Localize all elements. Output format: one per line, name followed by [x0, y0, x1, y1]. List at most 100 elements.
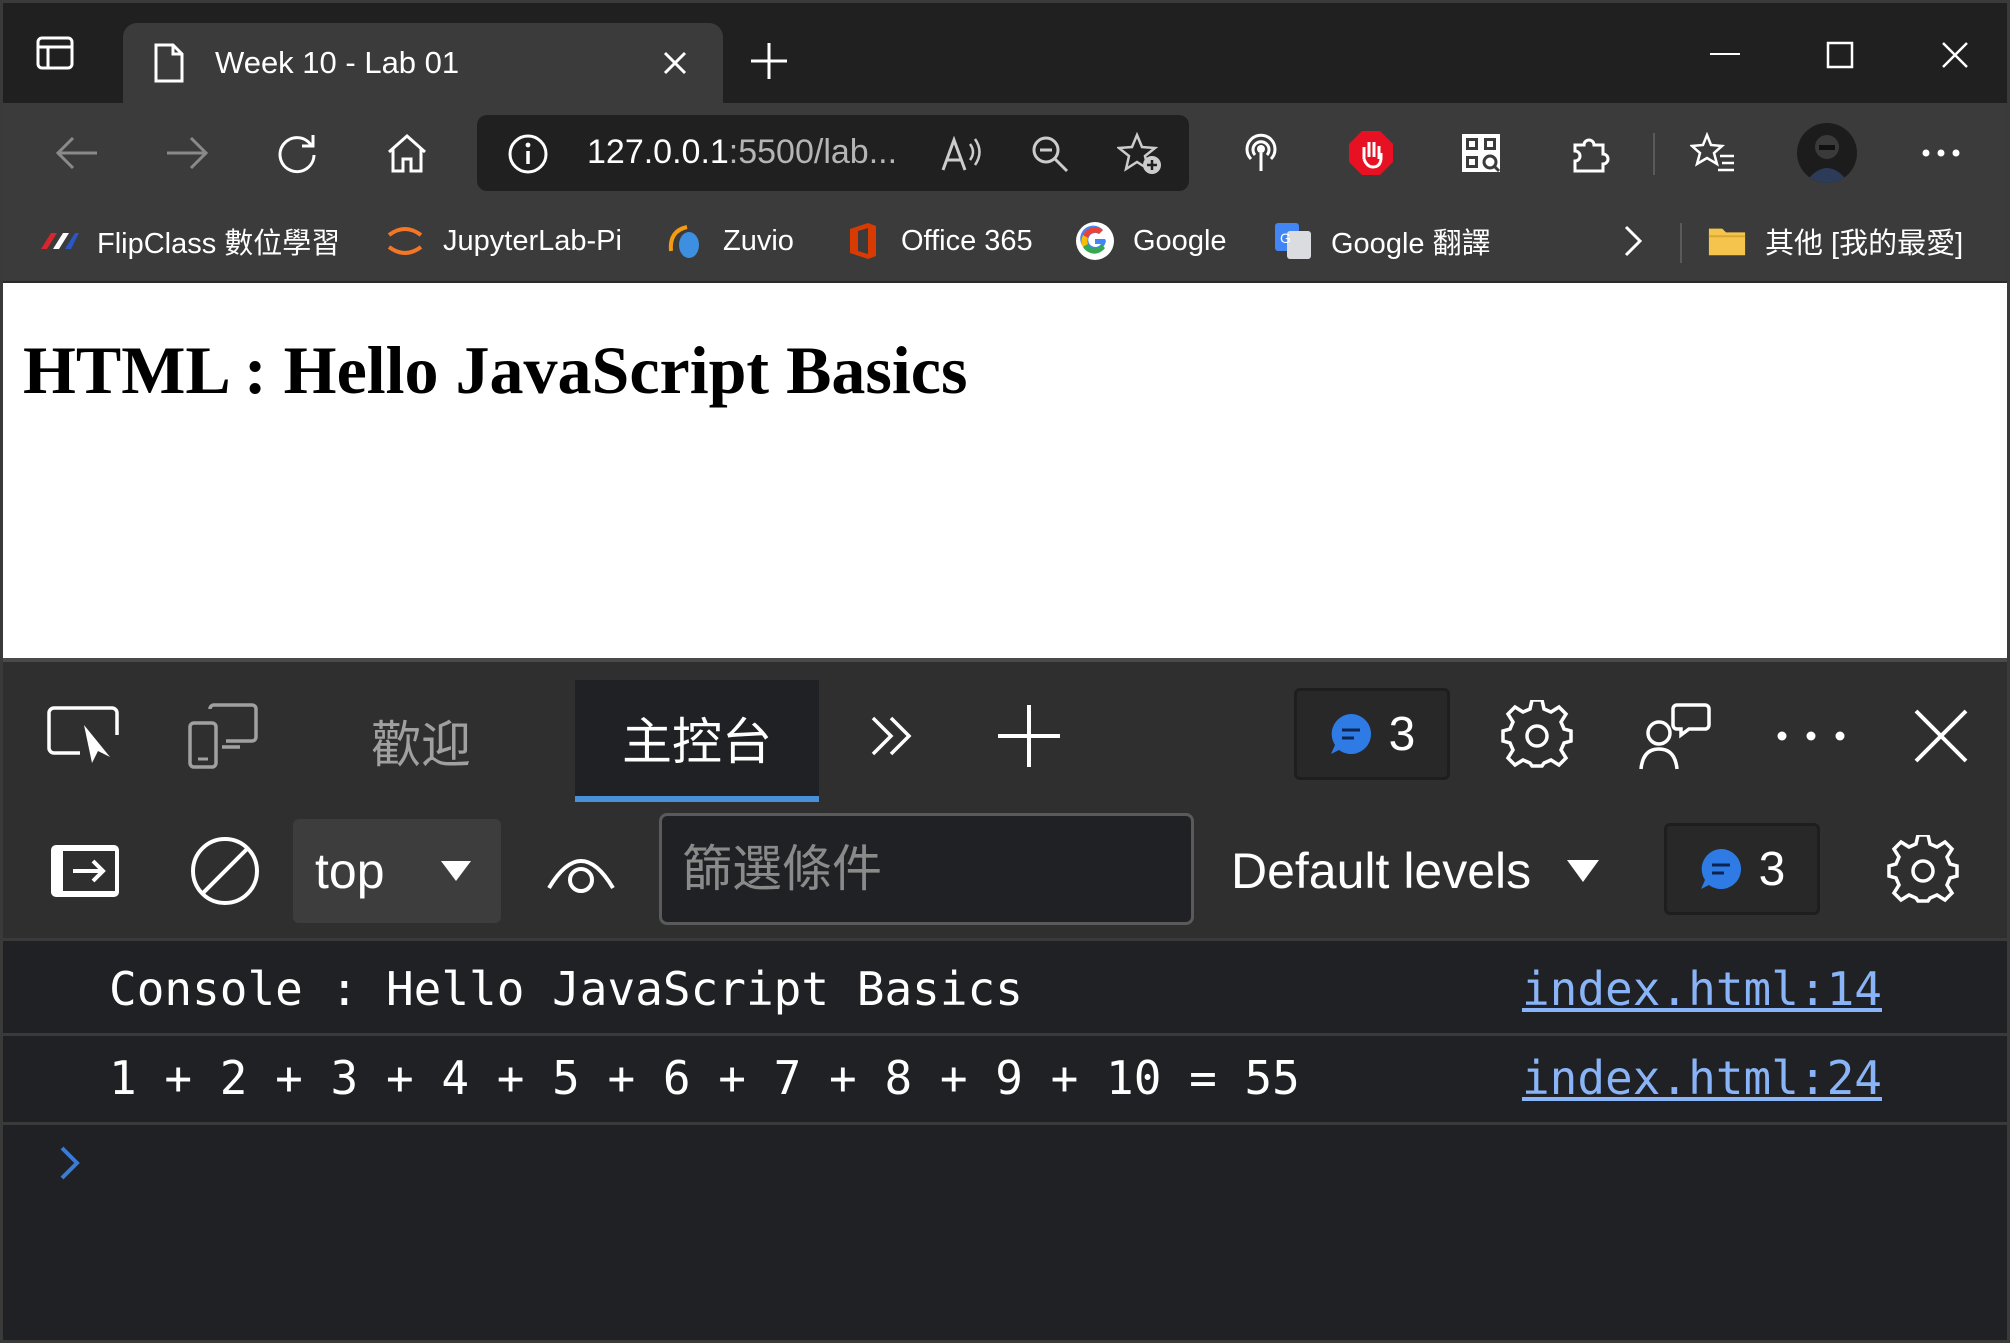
close-icon [1942, 42, 1968, 68]
browser-tab[interactable]: Week 10 - Lab 01 [123, 23, 723, 103]
device-emulation-button[interactable] [183, 696, 263, 776]
live-expression-button[interactable] [541, 831, 621, 911]
folder-icon [1707, 221, 1747, 261]
more-icon [1922, 149, 1960, 157]
bookmark-google[interactable]: Google [1075, 217, 1227, 265]
feedback-icon [1639, 703, 1711, 770]
bookmark-label: Office 365 [901, 224, 1033, 257]
message-icon [1330, 714, 1371, 754]
eye-icon [547, 859, 615, 893]
navigation-toolbar: 127.0.0.1:5500/lab... [3, 103, 2007, 203]
minimize-icon [1710, 53, 1740, 55]
toolbar-divider [1653, 133, 1655, 175]
console-issues-button[interactable]: 3 [1664, 823, 1820, 915]
feedback-button[interactable] [1635, 696, 1715, 776]
context-value: top [315, 843, 385, 899]
window-close-button[interactable] [1915, 25, 1995, 85]
double-chevron-right-icon [871, 716, 912, 756]
clear-console-button[interactable] [185, 831, 265, 911]
title-bar: Week 10 - Lab 01 [3, 3, 2007, 103]
close-icon [1914, 709, 1968, 763]
context-selector[interactable]: top [293, 819, 501, 923]
console-source-link[interactable]: index.html:24 [1522, 1051, 1882, 1105]
console-source-link[interactable]: index.html:14 [1522, 962, 1882, 1016]
qr-code-button[interactable] [1451, 125, 1511, 181]
zuvio-icon [665, 221, 705, 261]
issues-button[interactable]: 3 [1294, 688, 1450, 780]
inspect-element-button[interactable] [43, 696, 123, 776]
more-tabs-button[interactable] [851, 696, 931, 776]
tab-console[interactable]: 主控台 [575, 680, 819, 802]
gear-icon [1501, 700, 1573, 768]
plus-icon [751, 43, 787, 79]
maximize-button[interactable] [1800, 25, 1880, 85]
console-settings-button[interactable] [1883, 831, 1963, 911]
console-toolbar: top Default levels 3 [3, 803, 2007, 941]
forward-button[interactable] [157, 125, 217, 181]
tab-actions-button[interactable] [25, 23, 85, 83]
back-button[interactable] [47, 125, 107, 181]
filter-input[interactable] [659, 813, 1194, 925]
minimize-button[interactable] [1685, 25, 1765, 85]
adblock-button[interactable] [1341, 125, 1401, 181]
favorites-bar: FlipClass 數位學習 JupyterLab-Pi Zuvio Offic… [3, 203, 2007, 283]
devtools-settings-button[interactable] [1497, 696, 1577, 776]
more-options-button[interactable] [1771, 696, 1851, 776]
arrow-right-icon [167, 136, 209, 170]
tab-close-button[interactable] [653, 41, 697, 85]
bookmark-label: Google [1133, 224, 1227, 257]
star-add-icon [1117, 132, 1161, 174]
extensions-button[interactable] [1561, 125, 1621, 181]
puzzle-icon [1573, 138, 1610, 173]
stop-hand-icon [1349, 131, 1393, 175]
bookmarks-divider [1680, 223, 1682, 263]
arrow-left-icon [55, 136, 97, 170]
profile-avatar[interactable] [1797, 123, 1857, 183]
add-tool-button[interactable] [989, 696, 1069, 776]
settings-menu-button[interactable] [1911, 125, 1971, 181]
bookmark-label: JupyterLab-Pi [443, 224, 622, 257]
favorites-list-icon [1690, 132, 1734, 172]
favorites-button[interactable] [1683, 125, 1743, 181]
chevron-down-icon [1567, 860, 1600, 882]
google-translate-icon: G [1273, 221, 1313, 261]
other-favorites-folder[interactable]: 其他 [我的最愛] [1707, 217, 1963, 265]
zoom-out-icon [1032, 136, 1069, 173]
console-message-text: Console : Hello JavaScript Basics [109, 962, 1023, 1016]
home-icon [388, 133, 426, 173]
toggle-sidebar-button[interactable] [45, 831, 125, 911]
podcast-button[interactable] [1231, 125, 1291, 181]
close-icon [663, 51, 687, 75]
google-icon [1075, 221, 1115, 261]
bookmark-label: Zuvio [723, 224, 794, 257]
tab-welcome[interactable]: 歡迎 [333, 680, 509, 802]
refresh-icon [278, 135, 316, 174]
close-devtools-button[interactable] [1901, 696, 1981, 776]
address-bar[interactable]: 127.0.0.1:5500/lab... [477, 115, 1189, 191]
refresh-button[interactable] [267, 125, 327, 181]
bookmark-office365[interactable]: Office 365 [843, 217, 1033, 265]
read-aloud-button[interactable] [937, 129, 987, 179]
gear-icon [1887, 835, 1959, 903]
info-icon[interactable] [507, 133, 549, 175]
bookmark-google-translate[interactable]: G Google 翻譯 [1273, 217, 1491, 265]
sidebar-toggle-icon [51, 845, 119, 897]
url-text[interactable]: 127.0.0.1:5500/lab... [587, 133, 897, 172]
bookmark-jupyterlab[interactable]: JupyterLab-Pi [385, 217, 622, 265]
clear-icon [191, 837, 259, 905]
console-message: 1 + 2 + 3 + 4 + 5 + 6 + 7 + 8 + 9 + 10 =… [3, 1037, 2007, 1125]
new-tab-button[interactable] [743, 35, 795, 87]
zoom-button[interactable] [1025, 129, 1075, 179]
inspect-icon [47, 706, 119, 763]
office-icon [843, 221, 883, 261]
log-levels-dropdown[interactable]: Default levels [1231, 819, 1601, 923]
more-bookmarks-button[interactable] [1623, 217, 1643, 265]
bookmark-zuvio[interactable]: Zuvio [665, 217, 794, 265]
home-button[interactable] [377, 125, 437, 181]
chevron-down-icon [441, 861, 471, 881]
issues-count: 3 [1758, 842, 1786, 896]
add-favorite-button[interactable] [1115, 129, 1165, 179]
issues-count: 3 [1388, 707, 1416, 761]
console-prompt[interactable] [59, 1138, 99, 1188]
bookmark-flipclass[interactable]: FlipClass 數位學習 [39, 217, 340, 265]
